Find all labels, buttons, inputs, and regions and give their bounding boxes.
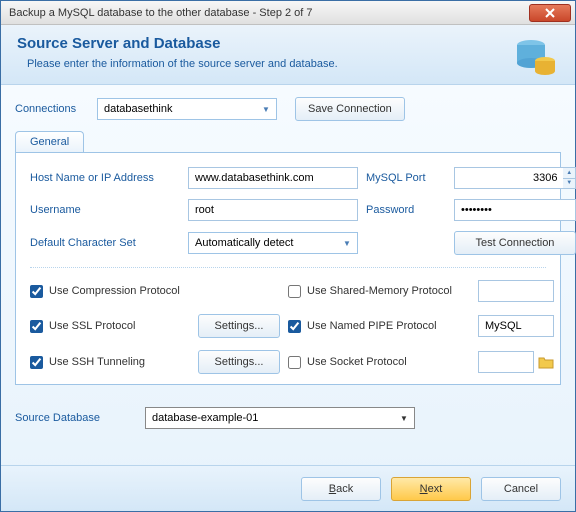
shared-memory-input[interactable] <box>478 280 554 302</box>
wizard-header: Source Server and Database Please enter … <box>1 25 575 85</box>
ssh-checkbox[interactable]: Use SSH Tunneling <box>30 356 198 369</box>
shared-memory-checkbox[interactable]: Use Shared-Memory Protocol <box>288 285 478 298</box>
folder-browse-button[interactable] <box>538 355 554 369</box>
test-connection-button[interactable]: Test Connection <box>454 231 576 255</box>
folder-icon <box>538 355 554 369</box>
wizard-body: Connections databasethink ▼ Save Connect… <box>1 85 575 479</box>
cancel-button[interactable]: Cancel <box>481 477 561 501</box>
port-input[interactable] <box>454 167 563 189</box>
port-label: MySQL Port <box>366 172 446 184</box>
spin-down-icon[interactable]: ▼ <box>563 179 575 189</box>
socket-input[interactable] <box>478 351 534 373</box>
named-pipe-checkbox[interactable]: Use Named PIPE Protocol <box>288 320 478 333</box>
password-label: Password <box>366 204 446 216</box>
connections-dropdown[interactable]: databasethink ▼ <box>97 98 277 120</box>
username-input[interactable] <box>188 199 358 221</box>
protocol-options: Use Compression Protocol Use Shared-Memo… <box>30 280 546 374</box>
connections-label: Connections <box>15 103 97 115</box>
close-button[interactable] <box>529 4 571 22</box>
next-button[interactable]: Next <box>391 477 471 501</box>
titlebar: Backup a MySQL database to the other dat… <box>1 1 575 25</box>
host-input[interactable] <box>188 167 358 189</box>
source-database-selected: database-example-01 <box>152 412 258 424</box>
source-database-row: Source Database database-example-01 ▼ <box>15 407 561 429</box>
charset-selected: Automatically detect <box>195 237 293 249</box>
chevron-down-icon: ▼ <box>260 103 272 115</box>
general-panel: Host Name or IP Address MySQL Port ▲ ▼ U… <box>15 152 561 385</box>
wizard-window: Backup a MySQL database to the other dat… <box>0 0 576 512</box>
back-button[interactable]: Back <box>301 477 381 501</box>
connections-selected: databasethink <box>104 103 173 115</box>
ssl-checkbox[interactable]: Use SSL Protocol <box>30 320 198 333</box>
charset-dropdown[interactable]: Automatically detect ▼ <box>188 232 358 254</box>
charset-label: Default Character Set <box>30 237 180 249</box>
socket-input-wrap <box>478 351 554 373</box>
host-label: Host Name or IP Address <box>30 172 180 184</box>
page-title: Source Server and Database <box>17 35 559 52</box>
close-icon <box>545 8 555 18</box>
wizard-footer: Back Next Cancel <box>1 465 575 511</box>
port-wrapper: ▲ ▼ <box>454 167 576 189</box>
spin-up-icon[interactable]: ▲ <box>563 168 575 179</box>
divider <box>30 267 546 268</box>
socket-checkbox[interactable]: Use Socket Protocol <box>288 356 478 369</box>
save-connection-button[interactable]: Save Connection <box>295 97 405 121</box>
port-spinner[interactable]: ▲ ▼ <box>563 167 576 189</box>
chevron-down-icon: ▼ <box>341 237 353 249</box>
tab-general[interactable]: General <box>15 131 84 152</box>
username-label: Username <box>30 204 180 216</box>
source-database-label: Source Database <box>15 412 145 424</box>
ssh-settings-button[interactable]: Settings... <box>198 350 280 374</box>
ssl-settings-button[interactable]: Settings... <box>198 314 280 338</box>
chevron-down-icon: ▼ <box>398 412 410 424</box>
page-subtitle: Please enter the information of the sour… <box>27 58 559 70</box>
database-icon <box>511 31 559 79</box>
named-pipe-input[interactable] <box>478 315 554 337</box>
tab-strip: General <box>15 131 561 152</box>
connection-form: Host Name or IP Address MySQL Port ▲ ▼ U… <box>30 167 546 255</box>
connections-row: Connections databasethink ▼ Save Connect… <box>15 97 561 121</box>
window-title: Backup a MySQL database to the other dat… <box>9 7 529 19</box>
source-database-dropdown[interactable]: database-example-01 ▼ <box>145 407 415 429</box>
compression-checkbox[interactable]: Use Compression Protocol <box>30 285 198 298</box>
password-input[interactable] <box>454 199 576 221</box>
